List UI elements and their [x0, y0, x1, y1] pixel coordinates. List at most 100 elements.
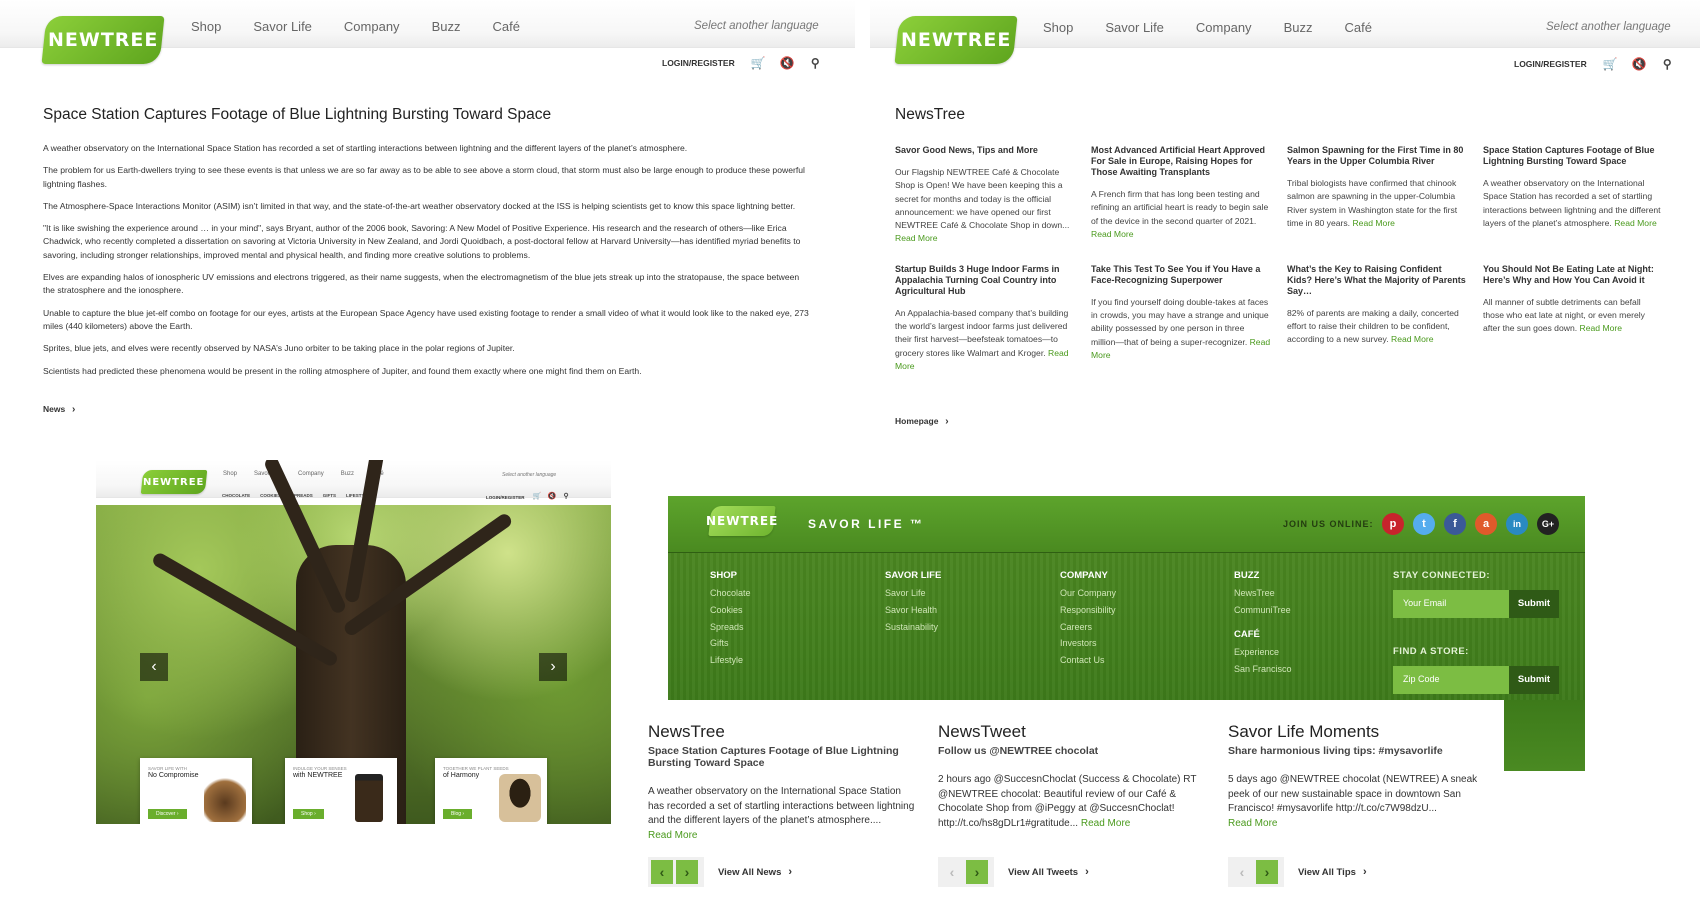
search-icon[interactable]: ⚲ [809, 57, 822, 69]
news-card-title[interactable]: Space Station Captures Footage of Blue L… [1483, 145, 1663, 167]
cart-icon[interactable]: 🛒 [533, 491, 542, 503]
view-all-news-link[interactable]: View All News [718, 866, 792, 878]
read-more-link[interactable]: Read More [1081, 818, 1130, 829]
discover-button[interactable]: Discover › [148, 809, 187, 819]
news-card-title[interactable]: Salmon Spawning for the First Time in 80… [1287, 145, 1467, 167]
nav-buzz[interactable]: Buzz [341, 471, 354, 477]
news-card-title[interactable]: Take This Test To See You if You Have a … [1091, 264, 1271, 286]
promo-card[interactable]: SAVOR LIFE WITH No Compromise Discover › [140, 758, 252, 824]
breadcrumb-news[interactable]: News [43, 404, 75, 415]
language-selector[interactable]: Select another language [694, 20, 819, 32]
footer-link[interactable]: Investors [1060, 638, 1116, 648]
nav-cafe[interactable]: Café [492, 19, 519, 34]
zip-submit-button[interactable]: Submit [1509, 666, 1559, 694]
language-selector[interactable]: Select another language [1546, 21, 1671, 33]
search-icon[interactable]: ⚲ [1661, 58, 1674, 70]
footer-link[interactable]: Our Company [1060, 588, 1116, 598]
nav-shop[interactable]: Shop [223, 471, 237, 477]
read-more-link[interactable]: Read More [1352, 218, 1395, 228]
zip-code-input[interactable]: Zip Code [1393, 666, 1509, 694]
footer-link[interactable]: Spreads [710, 622, 751, 632]
read-more-link[interactable]: Read More [1580, 323, 1623, 333]
twitter-icon[interactable]: t [1413, 513, 1435, 535]
mute-icon[interactable]: 🔇 [1632, 58, 1647, 70]
read-more-link[interactable]: Read More [648, 830, 697, 841]
nav-cafe[interactable]: Café [1344, 20, 1371, 35]
nav-company[interactable]: Company [344, 19, 400, 34]
nav-company[interactable]: Company [298, 471, 324, 477]
widget-subtitle[interactable]: Share harmonious living tips: #mysavorli… [1228, 745, 1498, 757]
newtree-logo[interactable]: NEWTREE [140, 470, 208, 494]
search-icon[interactable]: ⚲ [563, 491, 570, 503]
news-card-title[interactable]: Startup Builds 3 Huge Indoor Farms in Ap… [895, 264, 1075, 297]
blog-button[interactable]: Blog › [443, 809, 473, 819]
footer-link[interactable]: Careers [1060, 622, 1116, 632]
login-register-link[interactable]: LOGIN/REGISTER [486, 495, 525, 500]
googleplus-icon[interactable]: G+ [1537, 513, 1559, 535]
prev-arrow-button[interactable]: ‹ [651, 860, 673, 884]
nav-shop[interactable]: Shop [191, 19, 221, 34]
read-more-link[interactable]: Read More [1614, 218, 1657, 228]
nav-savor-life[interactable]: Savor Life [1105, 20, 1164, 35]
mute-icon[interactable]: 🔇 [548, 491, 557, 503]
nav-buzz[interactable]: Buzz [1284, 20, 1313, 35]
next-arrow-button[interactable]: › [1256, 860, 1278, 884]
subnav-gifts[interactable]: GIFTS [323, 493, 336, 498]
login-register-link[interactable]: LOGIN/REGISTER [662, 58, 735, 68]
footer-col-heading[interactable]: BUZZ [1234, 570, 1292, 581]
login-register-link[interactable]: LOGIN/REGISTER [1514, 59, 1587, 69]
promo-card[interactable]: INDULGE YOUR SENSES with NEWTREE Shop › [285, 758, 397, 824]
read-more-link[interactable]: Read More [1228, 818, 1277, 829]
footer-link[interactable]: Chocolate [710, 588, 751, 598]
news-card-title[interactable]: Most Advanced Artificial Heart Approved … [1091, 145, 1271, 178]
promo-card[interactable]: TOGETHER WE PLANT SEEDS of Harmony Blog … [435, 758, 547, 824]
read-more-link[interactable]: Read More [895, 233, 938, 243]
read-more-link[interactable]: Read More [1091, 229, 1134, 239]
widget-subtitle[interactable]: Follow us @NEWTREE chocolat [938, 745, 1208, 757]
footer-col-heading[interactable]: SAVOR LIFE [885, 570, 941, 581]
amazon-icon[interactable]: a [1475, 513, 1497, 535]
footer-col-heading[interactable]: SHOP [710, 570, 751, 581]
newtree-logo[interactable]: NEWTREE [706, 506, 778, 536]
cart-icon[interactable]: 🛒 [1603, 58, 1618, 70]
nav-shop[interactable]: Shop [1043, 20, 1073, 35]
footer-col-heading[interactable]: CAFÉ [1234, 629, 1292, 640]
newtree-logo[interactable]: NEWTREE [41, 16, 165, 64]
pinterest-icon[interactable]: p [1382, 513, 1404, 535]
email-input[interactable]: Your Email [1393, 590, 1509, 618]
footer-link[interactable]: Sustainability [885, 622, 941, 632]
email-submit-button[interactable]: Submit [1509, 590, 1559, 618]
news-card-title[interactable]: You Should Not Be Eating Late at Night: … [1483, 264, 1663, 286]
widget-subtitle[interactable]: Space Station Captures Footage of Blue L… [648, 745, 918, 769]
subnav-chocolate[interactable]: CHOCOLATE [222, 493, 250, 498]
next-arrow-button[interactable]: › [966, 860, 988, 884]
footer-link[interactable]: Experience [1234, 647, 1292, 657]
breadcrumb-homepage[interactable]: Homepage [895, 416, 949, 427]
carousel-prev-button[interactable]: ‹ [140, 653, 168, 681]
footer-col-heading[interactable]: COMPANY [1060, 570, 1116, 581]
prev-arrow-button[interactable]: ‹ [1231, 860, 1253, 884]
nav-savor-life[interactable]: Savor Life [253, 19, 312, 34]
nav-buzz[interactable]: Buzz [432, 19, 461, 34]
read-more-link[interactable]: Read More [1391, 334, 1434, 344]
news-card-title[interactable]: What’s the Key to Raising Confident Kids… [1287, 264, 1467, 297]
cart-icon[interactable]: 🛒 [751, 57, 766, 69]
footer-link[interactable]: Savor Health [885, 605, 941, 615]
news-card-title[interactable]: Savor Good News, Tips and More [895, 145, 1075, 156]
footer-link[interactable]: Responsibility [1060, 605, 1116, 615]
newtree-logo[interactable]: NEWTREE [894, 16, 1018, 64]
footer-link[interactable]: Lifestyle [710, 655, 751, 665]
next-arrow-button[interactable]: › [676, 860, 698, 884]
footer-link[interactable]: Savor Life [885, 588, 941, 598]
footer-link[interactable]: CommuniTree [1234, 605, 1292, 615]
footer-link[interactable]: Gifts [710, 638, 751, 648]
footer-link[interactable]: Cookies [710, 605, 751, 615]
facebook-icon[interactable]: f [1444, 513, 1466, 535]
footer-link[interactable]: San Francisco [1234, 664, 1292, 674]
language-selector[interactable]: Select another language [502, 472, 556, 478]
view-all-tips-link[interactable]: View All Tips [1298, 866, 1367, 878]
nav-company[interactable]: Company [1196, 20, 1252, 35]
footer-link[interactable]: NewsTree [1234, 588, 1292, 598]
footer-link[interactable]: Contact Us [1060, 655, 1116, 665]
view-all-tweets-link[interactable]: View All Tweets [1008, 866, 1089, 878]
